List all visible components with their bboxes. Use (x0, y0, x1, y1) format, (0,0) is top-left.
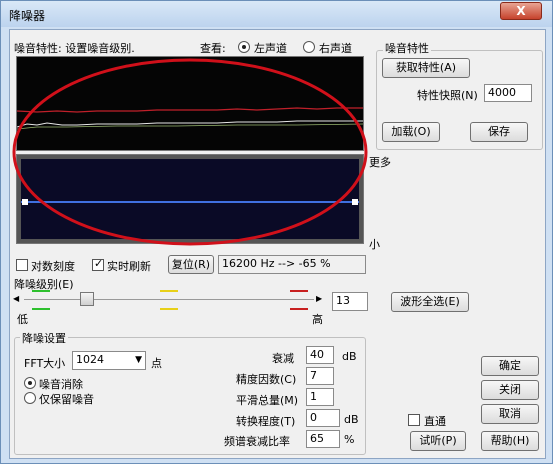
marker-yellow-bottom (160, 308, 178, 310)
close-button[interactable]: 关闭 (481, 380, 539, 400)
help-button[interactable]: 帮助(H) (481, 431, 539, 451)
marker-green-bottom (32, 308, 50, 310)
settings-title: 降噪设置 (20, 330, 68, 346)
level-high-label: 高 (312, 313, 323, 326)
precision-label: 精度因数(C) (236, 373, 297, 386)
transition-input[interactable]: 0 (306, 409, 340, 427)
marker-green-top (32, 290, 50, 292)
preview-button[interactable]: 试听(P) (410, 431, 466, 451)
precision-input[interactable]: 7 (306, 367, 334, 385)
select-all-waveform-button[interactable]: 波形全选(E) (391, 292, 469, 312)
title-bar[interactable]: 降噪器 X (1, 1, 552, 27)
slider-right-arrow[interactable]: ▶ (316, 294, 322, 303)
fft-size-select[interactable]: 1024 ▼ (72, 351, 146, 370)
realtime-label: 实时刷新 (107, 260, 151, 273)
realtime-checkbox[interactable] (92, 257, 104, 271)
transition-unit: dB (344, 413, 359, 426)
ok-button[interactable]: 确定 (481, 356, 539, 376)
level-slider-track[interactable] (24, 299, 314, 300)
noise-remove-radio[interactable] (24, 377, 36, 389)
spectral-decay-unit: % (344, 433, 355, 446)
noise-remove-label: 噪音消除 (39, 378, 83, 391)
cancel-button[interactable]: 取消 (481, 404, 539, 424)
spectral-decay-input[interactable]: 65 (306, 430, 340, 448)
snapshot-input[interactable]: 4000 (484, 84, 532, 102)
dialog-client-area: 噪音特性: 设置噪音级别. 查看: 左声道 右声道 更多 小 噪音特性 获取特性… (9, 29, 546, 459)
smoothing-input[interactable]: 1 (306, 388, 334, 406)
fft-size-value: 1024 (76, 353, 104, 366)
noise-profile-title: 噪音特性 (383, 40, 431, 56)
noise-reduction-window: 降噪器 X 噪音特性: 设置噪音级别. 查看: 左声道 右声道 更多 小 噪音特… (0, 0, 553, 464)
attenuation-label: 衰减 (272, 352, 294, 365)
transition-label: 转换程度(T) (236, 415, 296, 428)
keep-noise-radio[interactable] (24, 392, 36, 404)
window-title: 降噪器 (9, 9, 46, 23)
close-window-button[interactable]: X (500, 2, 542, 20)
points-label: 点 (151, 357, 162, 370)
attenuation-unit: dB (342, 350, 357, 363)
log-scale-checkbox[interactable] (16, 259, 28, 271)
spectral-decay-label: 频谱衰减比率 (224, 435, 290, 448)
level-low-label: 低 (17, 313, 28, 326)
level-value-input[interactable]: 13 (332, 292, 368, 311)
keep-noise-label: 仅保留噪音 (39, 393, 94, 406)
attenuation-input[interactable]: 40 (306, 346, 334, 364)
fft-size-label: FFT大小 (24, 357, 66, 370)
reset-button[interactable]: 复位(R) (168, 255, 214, 274)
snapshot-label: 特性快照(N) (417, 89, 478, 102)
log-scale-label: 对数刻度 (31, 260, 75, 273)
marker-red-top (290, 290, 308, 292)
smoothing-label: 平滑总量(M) (236, 394, 299, 407)
level-slider-thumb[interactable] (79, 292, 94, 306)
save-profile-button[interactable]: 保存 (470, 122, 528, 142)
bypass-label: 直通 (424, 415, 446, 428)
bypass-checkbox[interactable] (408, 414, 420, 426)
load-profile-button[interactable]: 加载(O) (382, 122, 440, 142)
marker-red-bottom (290, 308, 308, 310)
frequency-readout: 16200 Hz --> -65 % (218, 255, 366, 274)
marker-yellow-top (160, 290, 178, 292)
get-profile-button[interactable]: 获取特性(A) (382, 58, 470, 78)
slider-left-arrow[interactable]: ◀ (13, 294, 19, 303)
chevron-down-icon[interactable]: ▼ (135, 352, 142, 368)
